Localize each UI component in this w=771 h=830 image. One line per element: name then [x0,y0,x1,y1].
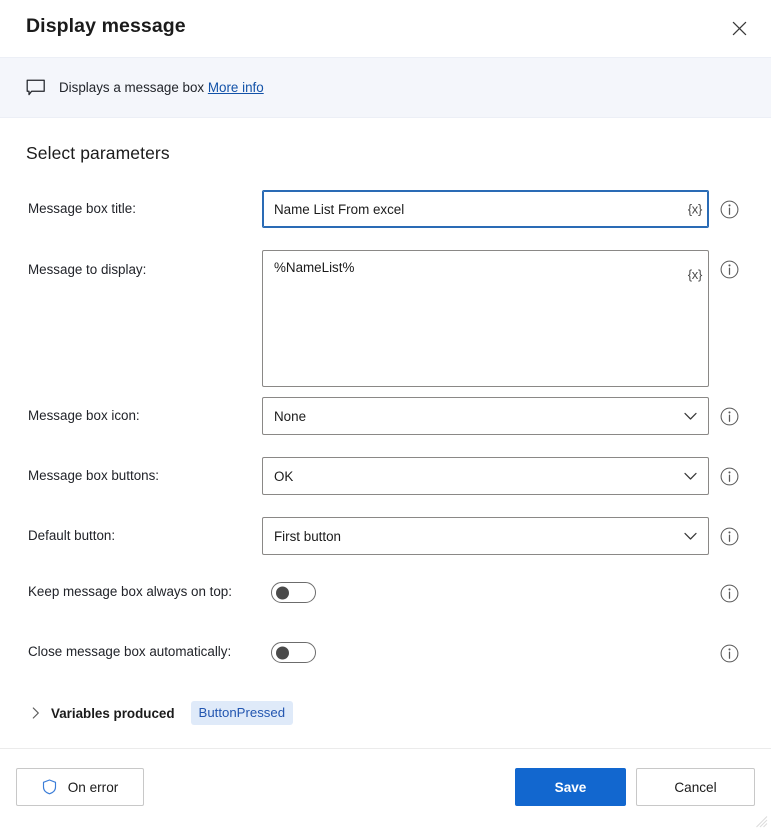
variables-produced-section[interactable]: Variables produced ButtonPressed [30,701,294,725]
toggle-knob [276,646,289,659]
page-title: Select parameters [26,143,170,163]
info-icon[interactable] [720,527,739,546]
field-close-automatically: Close message box automatically: [0,642,771,666]
info-icon[interactable] [720,644,739,663]
field-message-box-icon: Message box icon: None [0,397,771,435]
chevron-down-icon[interactable] [683,529,697,543]
info-icon[interactable] [720,200,739,219]
keep-always-on-top-toggle[interactable] [271,582,316,603]
resize-grip[interactable] [756,815,768,828]
info-banner: Displays a message box More info [0,57,771,118]
insert-variable-icon[interactable]: {x} [688,267,703,282]
field-label: Message box buttons: [28,468,160,483]
close-automatically-toggle[interactable] [271,642,316,663]
select-value: None [274,408,307,424]
field-default-button: Default button: First button [0,517,771,555]
on-error-label: On error [67,779,119,795]
insert-variable-icon[interactable]: {x} [688,202,703,217]
message-to-display-textarea[interactable]: %NameList% {x} [262,250,709,387]
input-value: %NameList% [274,260,355,275]
save-button[interactable]: Save [515,768,626,806]
shield-icon [42,779,58,795]
chevron-down-icon[interactable] [683,409,697,423]
field-label: Default button: [28,528,116,543]
field-label: Keep message box always on top: [28,584,232,599]
dialog-body: Select parameters Message box title: Nam… [0,118,771,748]
input-value: Name List From excel [274,201,405,217]
close-icon[interactable] [721,11,757,45]
info-icon[interactable] [720,467,739,486]
dialog-titlebar: Display message [0,0,771,57]
banner-description-text: Displays a message box [59,80,205,95]
more-info-link[interactable]: More info [208,80,264,95]
message-box-icon [25,77,47,99]
banner-description: Displays a message box More info [59,80,264,95]
field-label: Message to display: [28,262,147,277]
field-message-to-display: Message to display: %NameList% {x} [0,250,771,387]
field-message-box-buttons: Message box buttons: OK [0,457,771,495]
dialog-title: Display message [26,15,186,37]
variables-produced-label: Variables produced [51,705,175,721]
toggle-knob [276,586,289,599]
message-box-title-input[interactable]: Name List From excel {x} [262,190,709,228]
info-icon[interactable] [720,260,739,279]
field-label: Close message box automatically: [28,644,232,659]
default-button-select[interactable]: First button [262,517,709,555]
info-icon[interactable] [720,584,739,603]
display-message-dialog: Display message Displays a message box M… [0,0,771,830]
field-message-box-title: Message box title: Name List From excel … [0,190,771,228]
message-box-buttons-select[interactable]: OK [262,457,709,495]
chevron-right-icon[interactable] [30,707,42,719]
field-label: Message box title: [28,201,136,216]
chevron-down-icon[interactable] [683,469,697,483]
field-keep-always-on-top: Keep message box always on top: [0,582,771,606]
variable-badge-buttonpressed[interactable]: ButtonPressed [190,701,294,725]
dialog-footer: On error Save Cancel [0,748,771,830]
select-value: OK [274,468,294,484]
info-icon[interactable] [720,407,739,426]
field-label: Message box icon: [28,408,140,423]
cancel-button[interactable]: Cancel [636,768,755,806]
on-error-button[interactable]: On error [16,768,144,806]
message-box-icon-select[interactable]: None [262,397,709,435]
select-value: First button [274,528,341,544]
